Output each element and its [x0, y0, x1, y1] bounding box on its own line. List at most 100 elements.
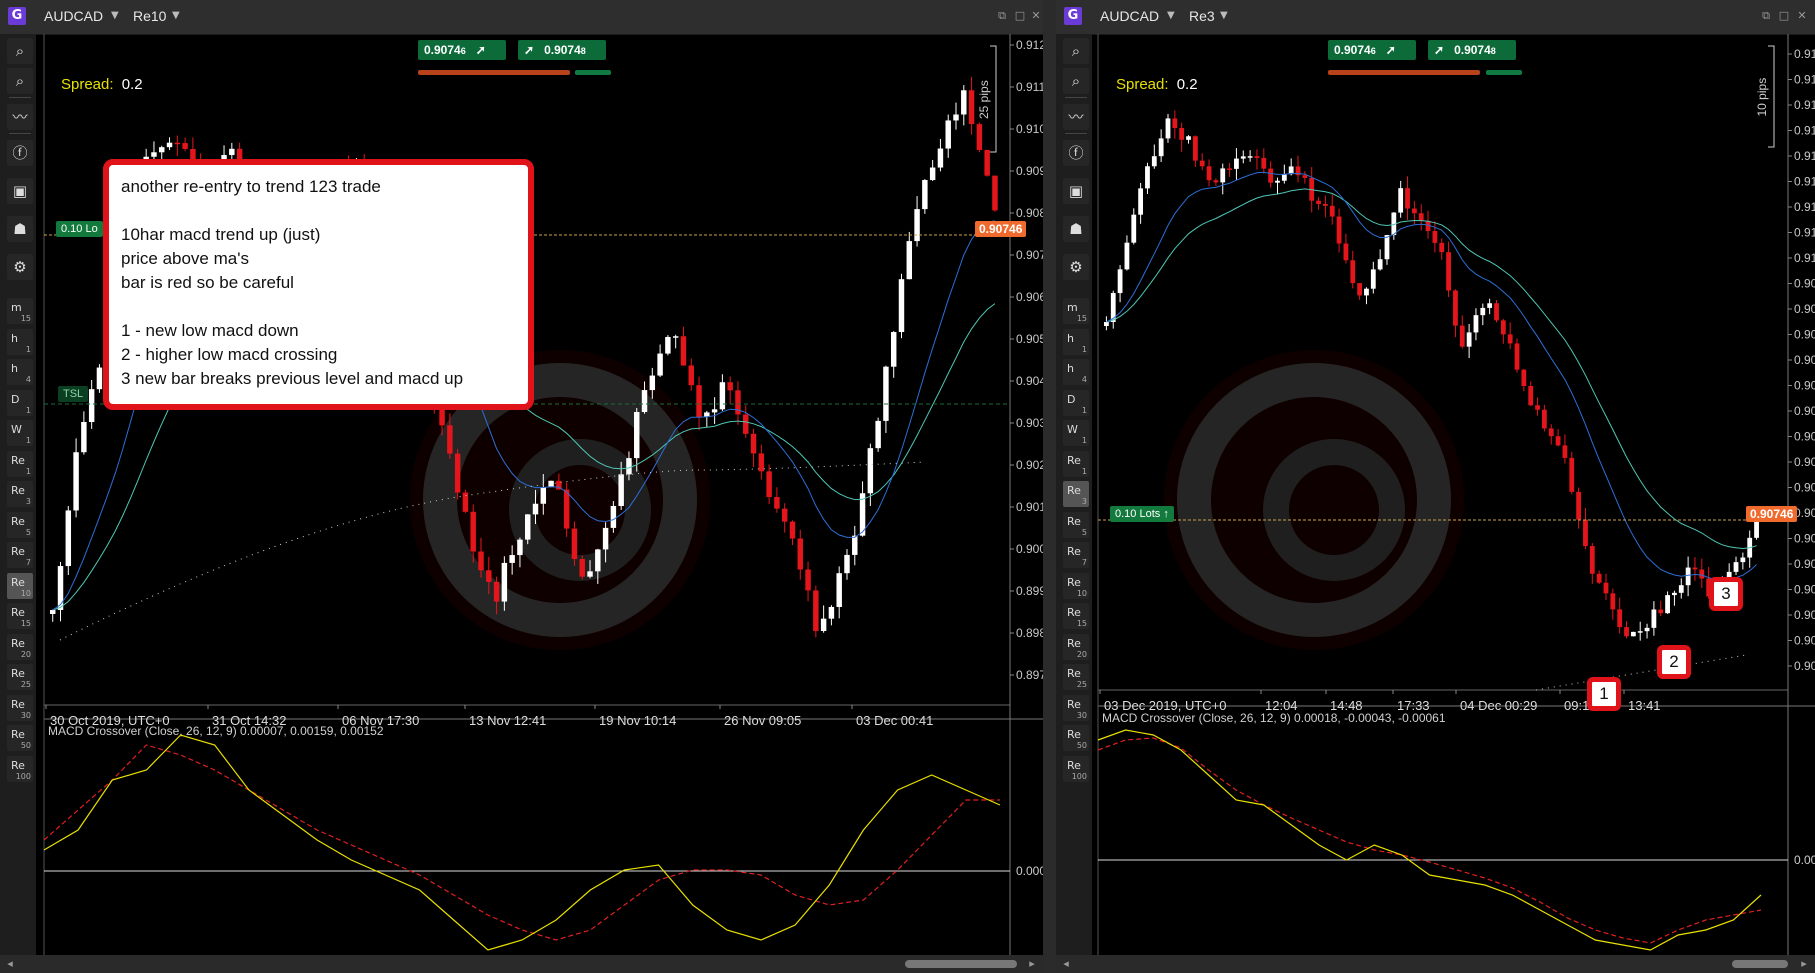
candle-body: [696, 385, 702, 417]
candle-body: [1678, 585, 1684, 593]
time-tick-label: 03 Dec 00:41: [856, 713, 933, 728]
candle-body: [1418, 213, 1424, 221]
right-scroll-thumb[interactable]: [1732, 960, 1788, 968]
candle-body: [719, 382, 726, 410]
candle-body: [844, 554, 850, 574]
price-tick-label: 0.90775: [1794, 481, 1815, 495]
right-scrollbar[interactable]: ◂ ▸: [1056, 955, 1815, 973]
right-position-lots[interactable]: 0.10 Lots ↑: [1110, 506, 1174, 522]
candle-body: [1473, 315, 1479, 333]
left-sell-button[interactable]: 0.90746 ➚: [418, 40, 506, 60]
candle-body: [1603, 582, 1609, 594]
candle-body: [750, 433, 757, 454]
marker-2: 2: [1657, 645, 1691, 679]
callout-line: 10har macd trend up (just): [121, 225, 321, 244]
left-chart-window: G AUDCAD ▼ Re10 ▼ ⧉ □ ✕ ⌕ ⌕ 〰 ⓕ ▣ ☗ ⚙ m1…: [0, 0, 1043, 973]
candle-body: [610, 505, 617, 528]
candle-body: [1446, 252, 1451, 291]
candle-body: [447, 425, 453, 454]
candle-body: [1528, 385, 1534, 406]
candle-body: [174, 142, 181, 145]
candle-body: [454, 453, 461, 493]
price-tick-label: 0.90950: [1794, 302, 1815, 316]
candle-body: [922, 180, 928, 210]
price-tick-label: 0.89800: [1016, 626, 1043, 640]
candle-body: [665, 336, 671, 354]
candle-body: [1665, 595, 1670, 614]
candle-body: [852, 535, 858, 555]
price-tick-label: 0.89700: [1016, 668, 1043, 682]
candle-body: [602, 527, 609, 550]
time-tick-label: 13 Nov 12:41: [469, 713, 546, 728]
candle-body: [1754, 519, 1759, 538]
candle-body: [961, 90, 967, 115]
right-sell-button[interactable]: 0.90746 ➚: [1328, 40, 1416, 60]
left-tsl-label[interactable]: TSL: [58, 386, 89, 402]
price-tick-label: 0.91050: [1794, 200, 1815, 214]
macd-label: MACD Crossover (Close, 26, 12, 9) 0.0001…: [1102, 711, 1446, 725]
candle-body: [711, 409, 718, 413]
price-tick-label: 0.91175: [1794, 73, 1815, 87]
candle-body: [1432, 231, 1438, 243]
candle-body: [743, 414, 749, 434]
price-tick-label: 0.91100: [1794, 149, 1815, 163]
scroll-right-icon[interactable]: ▸: [1026, 958, 1038, 970]
trend-up-icon: ➚: [475, 43, 486, 57]
candle-body: [1192, 136, 1198, 161]
candle-body: [1480, 307, 1486, 316]
candle-body: [1227, 168, 1232, 170]
candle-body: [1596, 573, 1602, 583]
candle-body: [151, 152, 157, 157]
candle-body: [789, 521, 796, 539]
macd-signal-line: [1097, 737, 1762, 944]
price-tick-label: 0.90900: [1794, 353, 1815, 367]
right-buy-button[interactable]: ➚ 0.90748: [1428, 40, 1516, 60]
ma-long-dotted-line: [1535, 654, 1747, 691]
candle-body: [1610, 593, 1616, 610]
candle-body: [50, 610, 56, 615]
candle-body: [1411, 208, 1417, 214]
sell-price: 0.9074: [1334, 43, 1371, 57]
scroll-left-icon[interactable]: ◂: [1060, 958, 1072, 970]
macd-zero-label: 0.00000: [1794, 853, 1815, 867]
scroll-right-icon[interactable]: ▸: [1798, 958, 1810, 970]
price-tick-label: 0.90625: [1794, 634, 1815, 648]
sell-price-pipette: 6: [1370, 46, 1376, 56]
candle-body: [1630, 631, 1636, 637]
candle-body: [1733, 562, 1739, 572]
left-position-lots[interactable]: 0.10 Lo: [56, 221, 103, 237]
candle-body: [1500, 320, 1506, 335]
candle-body: [657, 353, 663, 376]
callout-line: 3 new bar breaks previous level and macd…: [121, 369, 464, 388]
candle-body: [1672, 592, 1677, 596]
price-tick-label: 0.90800: [1016, 206, 1043, 220]
price-tick-label: 0.90925: [1794, 328, 1815, 342]
candle-body: [1329, 205, 1335, 217]
sell-volume-bar: [1328, 70, 1480, 75]
marker-1: 1: [1587, 677, 1621, 711]
candle-body: [1247, 156, 1253, 158]
trend-up-icon: ➚: [1434, 43, 1445, 57]
price-tick-label: 0.90500: [1016, 332, 1043, 346]
candle-body: [820, 618, 827, 631]
candle-body: [1186, 136, 1191, 140]
candle-body: [1357, 283, 1363, 296]
price-tick-label: 0.90600: [1016, 290, 1043, 304]
candle-body: [1569, 457, 1575, 492]
left-buy-button[interactable]: ➚ 0.90748: [518, 40, 606, 60]
candle-body: [1692, 567, 1698, 570]
candle-body: [1514, 343, 1520, 370]
left-scrollbar[interactable]: ◂ ▸: [0, 955, 1043, 973]
candle-body: [1275, 180, 1280, 183]
buy-price: 0.9074: [544, 43, 581, 57]
candle-body: [1459, 325, 1465, 347]
price-tick-label: 0.90850: [1794, 404, 1815, 418]
scroll-left-icon[interactable]: ◂: [4, 958, 16, 970]
price-tick-label: 0.90400: [1016, 374, 1043, 388]
candle-body: [774, 497, 780, 509]
candle-body: [1145, 166, 1150, 189]
candle-body: [579, 559, 585, 577]
left-scroll-thumb[interactable]: [905, 960, 1017, 968]
candle-body: [1302, 175, 1308, 178]
candle-body: [96, 367, 103, 390]
